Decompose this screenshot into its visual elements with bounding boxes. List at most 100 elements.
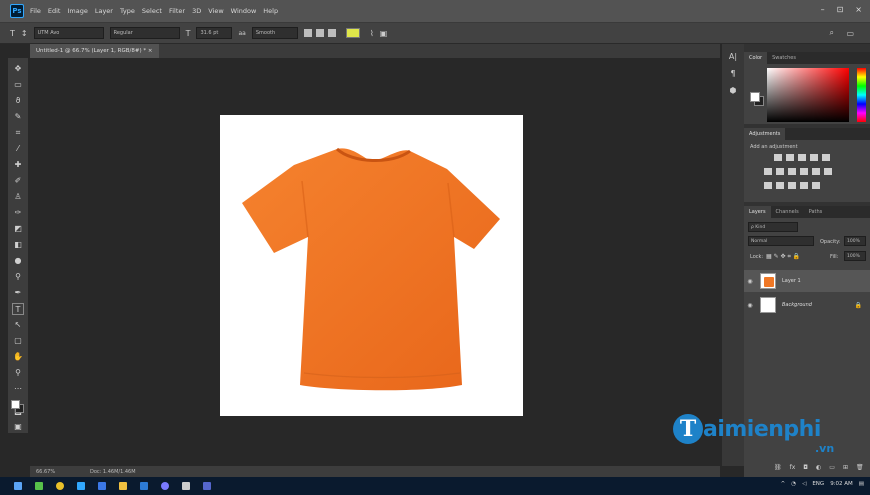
antialias-select[interactable]: Smooth — [251, 27, 298, 39]
screen-mode-icon[interactable]: ▣ — [12, 421, 24, 433]
font-family-select[interactable]: UTM Avo — [33, 27, 104, 39]
color-foreground-swatch[interactable] — [750, 92, 760, 102]
adjustment-layer-icon[interactable]: ◐ — [816, 464, 821, 471]
type-tool-icon[interactable]: T — [12, 303, 24, 315]
layer-row[interactable]: ◉ Layer 1 — [744, 270, 870, 292]
fill-input[interactable]: 100% — [844, 251, 866, 261]
tray-expand-icon[interactable]: ^ — [781, 481, 786, 487]
color-picker-field[interactable] — [767, 68, 849, 122]
tab-color[interactable]: Color — [744, 52, 768, 64]
chrome-icon[interactable] — [56, 482, 64, 490]
brightness-icon[interactable] — [774, 154, 782, 161]
photo-filter-icon[interactable] — [800, 168, 808, 175]
posterize-icon[interactable] — [776, 182, 784, 189]
layer-name[interactable]: Layer 1 — [782, 278, 801, 284]
layer-style-icon[interactable]: fx — [790, 464, 796, 471]
new-layer-icon[interactable]: ⊞ — [843, 464, 848, 471]
text-orientation-icon[interactable]: ↕ — [21, 29, 28, 38]
tab-paths[interactable]: Paths — [804, 206, 828, 218]
menu-edit[interactable]: Edit — [48, 7, 61, 15]
history-brush-tool-icon[interactable]: ✑ — [12, 207, 24, 219]
notifications-icon[interactable]: ▤ — [859, 481, 864, 487]
tab-channels[interactable]: Channels — [771, 206, 804, 218]
menu-view[interactable]: View — [208, 7, 223, 15]
font-size-select[interactable]: 31.6 pt — [196, 27, 233, 39]
threshold-icon[interactable] — [788, 182, 796, 189]
search-icon[interactable]: ⌕ — [830, 28, 834, 38]
color-balance-icon[interactable] — [776, 168, 784, 175]
link-layers-icon[interactable]: ⛓ — [774, 464, 782, 471]
menu-filter[interactable]: Filter — [169, 7, 185, 15]
exposure-icon[interactable] — [810, 154, 818, 161]
clone-stamp-tool-icon[interactable]: ♙ — [12, 191, 24, 203]
warp-text-icon[interactable]: ⌇ — [370, 29, 374, 38]
zoom-level[interactable]: 66.67% — [36, 469, 76, 475]
menu-image[interactable]: Image — [67, 7, 87, 15]
hue-slider[interactable] — [857, 68, 866, 122]
layer-kind-filter[interactable]: ρ Kind — [748, 222, 798, 232]
levels-icon[interactable] — [786, 154, 794, 161]
tab-swatches[interactable]: Swatches — [767, 52, 801, 64]
healing-brush-tool-icon[interactable]: ✚ — [12, 159, 24, 171]
taskbar-app-icon[interactable] — [161, 482, 169, 490]
type-tool-icon[interactable]: T — [10, 29, 15, 38]
text-color-swatch[interactable] — [345, 28, 360, 38]
menu-help[interactable]: Help — [263, 7, 278, 15]
canvas-area[interactable] — [30, 58, 720, 466]
document-canvas[interactable] — [220, 115, 523, 416]
menu-select[interactable]: Select — [142, 7, 162, 15]
path-selection-tool-icon[interactable]: ↖ — [12, 319, 24, 331]
lasso-tool-icon[interactable]: ϑ — [12, 95, 24, 107]
character-panel-icon[interactable]: A| — [729, 52, 737, 61]
layer-mask-icon[interactable]: ◘ — [803, 464, 808, 471]
menu-3d[interactable]: 3D — [192, 7, 201, 15]
character-panel-icon[interactable]: ▣ — [380, 29, 388, 38]
taskbar-app-icon[interactable] — [203, 482, 211, 490]
vibrance-icon[interactable] — [822, 154, 830, 161]
document-tab[interactable]: Untitled-1 @ 66.7% (Layer 1, RGB/8#) * × — [30, 44, 159, 58]
selective-color-icon[interactable] — [812, 182, 820, 189]
marquee-tool-icon[interactable]: ▭ — [12, 79, 24, 91]
workspace-icon[interactable]: ▭ — [846, 29, 854, 38]
eraser-tool-icon[interactable]: ◩ — [12, 223, 24, 235]
align-center-icon[interactable] — [315, 29, 324, 37]
minimize-button[interactable]: – — [821, 5, 825, 14]
group-icon[interactable]: ▭ — [829, 464, 835, 471]
blend-mode-select[interactable]: Normal — [748, 236, 814, 246]
channel-mixer-icon[interactable] — [812, 168, 820, 175]
taskbar-app-icon[interactable] — [182, 482, 190, 490]
color-lookup-icon[interactable] — [824, 168, 832, 175]
crop-tool-icon[interactable]: ⌗ — [12, 127, 24, 139]
brush-tool-icon[interactable]: ✐ — [12, 175, 24, 187]
align-right-icon[interactable] — [327, 29, 336, 37]
foreground-color-swatch[interactable] — [11, 400, 20, 409]
font-style-select[interactable]: Regular — [109, 27, 180, 39]
dodge-tool-icon[interactable]: ⚲ — [12, 271, 24, 283]
hue-saturation-icon[interactable] — [764, 168, 772, 175]
delete-layer-icon[interactable]: 🗑 — [856, 464, 864, 471]
menu-file[interactable]: File — [30, 7, 41, 15]
taskbar-app-icon[interactable] — [35, 482, 43, 490]
layer-row[interactable]: ◉ Background 🔒 — [744, 294, 870, 316]
layer-name[interactable]: Background — [782, 302, 812, 308]
lock-icons[interactable]: ▦ ✎ ✥ ⌗ 🔒 — [766, 253, 800, 261]
tab-adjustments[interactable]: Adjustments — [744, 128, 786, 140]
opacity-input[interactable]: 100% — [844, 236, 866, 246]
move-tool-icon[interactable]: ✥ — [12, 63, 24, 75]
clock[interactable]: 9:02 AM — [830, 481, 853, 487]
quick-select-tool-icon[interactable]: ✎ — [12, 111, 24, 123]
photoshop-taskbar-icon[interactable] — [77, 482, 85, 490]
start-button-icon[interactable] — [14, 482, 22, 490]
tab-layers[interactable]: Layers — [744, 206, 771, 218]
black-white-icon[interactable] — [788, 168, 796, 175]
taskbar-app-icon[interactable] — [98, 482, 106, 490]
3d-panel-icon[interactable]: ⬢ — [730, 86, 737, 95]
gradient-map-icon[interactable] — [800, 182, 808, 189]
close-button[interactable]: × — [855, 5, 862, 14]
eyedropper-tool-icon[interactable]: ⁄ — [12, 143, 24, 155]
visibility-eye-icon[interactable]: ◉ — [744, 278, 756, 285]
language-indicator[interactable]: ENG — [812, 481, 824, 487]
visibility-eye-icon[interactable]: ◉ — [744, 302, 756, 309]
taskbar-app-icon[interactable] — [140, 482, 148, 490]
network-icon[interactable]: ◔ — [791, 481, 796, 487]
